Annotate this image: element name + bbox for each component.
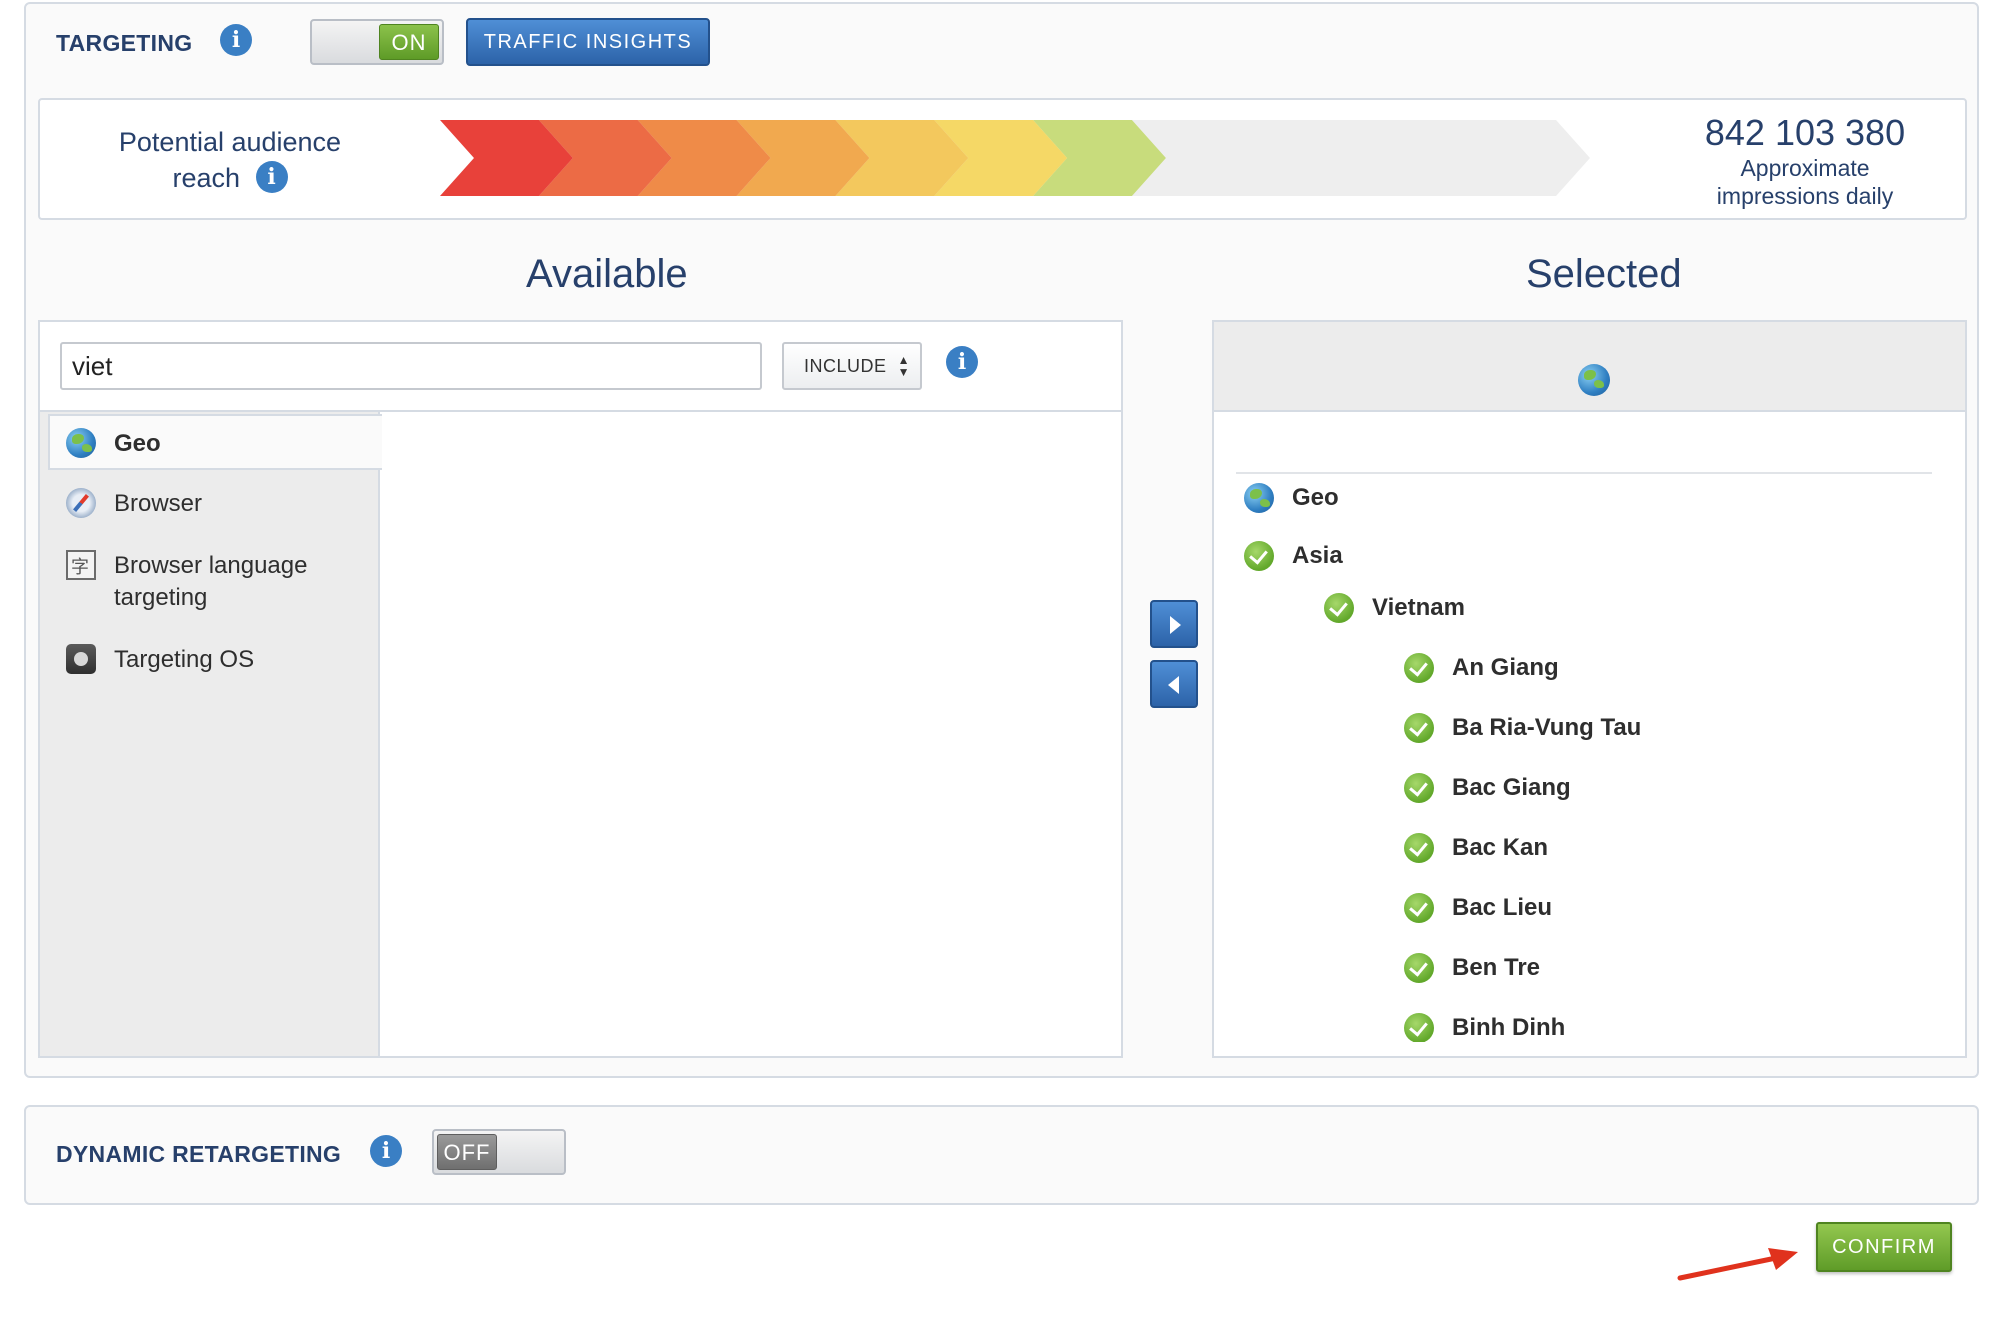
targeting-toggle[interactable]: ON <box>310 19 444 65</box>
category-item-targeting-os[interactable]: Targeting OS <box>40 644 380 676</box>
available-toolbar: INCLUDE ▲▼ i <box>40 322 1121 412</box>
selected-divider <box>1236 472 1932 474</box>
selected-item-label: Ba Ria-Vung Tau <box>1452 714 1642 741</box>
confirm-button[interactable]: CONFIRM <box>1816 1222 1952 1272</box>
targeting-title: TARGETING <box>56 30 193 56</box>
selected-item-label: Vietnam <box>1372 594 1465 621</box>
toggle-on-label: ON <box>379 24 439 60</box>
selected-item[interactable]: Bac Lieu <box>1404 892 1552 924</box>
include-select-label: INCLUDE <box>804 356 887 376</box>
category-label: Browser language targeting <box>114 552 308 611</box>
category-item-browser-language[interactable]: Browser language targeting <box>40 550 380 614</box>
selected-item-label: Bac Lieu <box>1452 894 1553 921</box>
retargeting-toggle[interactable]: OFF <box>432 1129 566 1175</box>
globe-icon <box>66 428 96 458</box>
language-icon <box>66 550 96 580</box>
impressions-number: 842 103 380 <box>1704 112 1906 153</box>
selected-item-label: Binh Dinh <box>1452 1014 1566 1041</box>
selected-item-label: Ben Tre <box>1452 954 1541 981</box>
selected-item[interactable]: Binh Dinh <box>1404 1012 1565 1042</box>
category-label: Geo <box>114 430 161 457</box>
selected-item[interactable]: Geo <box>1244 482 1339 514</box>
selected-title: Selected <box>1526 252 1682 296</box>
audience-reach-box: Potential audience reach i 842 103 380 A… <box>38 98 1967 220</box>
selected-item-label: Geo <box>1292 484 1339 511</box>
os-icon <box>66 644 96 674</box>
category-item-browser[interactable]: Browser <box>40 488 380 520</box>
check-icon <box>1324 593 1354 623</box>
check-icon <box>1404 953 1434 983</box>
reach-info-icon[interactable]: i <box>255 160 288 193</box>
selected-item-label: An Giang <box>1452 654 1559 681</box>
check-icon <box>1404 893 1434 923</box>
retargeting-title: DYNAMIC RETARGETING <box>56 1141 342 1167</box>
selected-item-label: Bac Kan <box>1452 834 1549 861</box>
add-to-selected-button[interactable] <box>1150 600 1198 648</box>
available-info-icon[interactable]: i <box>946 346 978 378</box>
selected-item[interactable]: Ba Ria-Vung Tau <box>1404 712 1641 744</box>
selected-box: Geo Asia Vietnam An Giang Ba Ria-Vung Tau Bac… <box>1212 320 1967 1058</box>
selected-item[interactable]: An Giang <box>1404 652 1559 684</box>
traffic-insights-button[interactable]: TRAFFIC INSIGHTS <box>466 18 710 66</box>
annotation-arrow-icon <box>1677 1248 1798 1281</box>
check-icon <box>1404 773 1434 803</box>
category-label: Targeting OS <box>114 646 255 673</box>
compass-icon <box>66 488 96 518</box>
available-box: INCLUDE ▲▼ i Geo Browser Browser languag… <box>38 320 1123 1058</box>
retargeting-info-icon[interactable]: i <box>370 1135 402 1167</box>
globe-icon <box>1578 364 1610 396</box>
globe-icon <box>1244 483 1274 513</box>
check-icon <box>1404 653 1434 683</box>
selected-item[interactable]: Asia <box>1244 540 1343 572</box>
reach-label: Potential audience reach i <box>80 124 380 196</box>
check-icon <box>1404 713 1434 743</box>
reach-label-line1: Potential audience <box>118 127 342 157</box>
selected-item[interactable]: Vietnam <box>1324 592 1465 624</box>
impressions-sub-line1: Approximate <box>1740 155 1870 181</box>
check-icon <box>1404 833 1434 863</box>
selected-header <box>1214 322 1965 412</box>
retargeting-panel: DYNAMIC RETARGETING i OFF <box>24 1105 1979 1205</box>
selected-item-label: Bac Giang <box>1452 774 1571 801</box>
targeting-panel: TARGETING i ON TRAFFIC INSIGHTS Potentia… <box>24 2 1979 1078</box>
selected-item[interactable]: Ben Tre <box>1404 952 1540 984</box>
include-select[interactable]: INCLUDE ▲ ▼ <box>782 342 922 390</box>
reach-label-line2-row: reach i <box>80 160 380 196</box>
category-list: Geo Browser Browser language targeting T… <box>40 412 382 1056</box>
remove-from-selected-button[interactable] <box>1150 660 1198 708</box>
category-item-geo[interactable]: Geo <box>48 414 382 470</box>
reach-value: 842 103 380 Approximate impressions dail… <box>1685 112 1925 210</box>
reach-label-line2: reach <box>172 163 241 193</box>
selected-item[interactable]: Bac Giang <box>1404 772 1571 804</box>
impressions-sub-line2: impressions daily <box>1716 183 1894 209</box>
reach-level-bar <box>440 120 1590 196</box>
select-arrows-icon: ▲ ▼ <box>897 353 910 379</box>
selected-list[interactable]: Geo Asia Vietnam An Giang Ba Ria-Vung Tau Bac… <box>1214 482 1965 1042</box>
category-label: Browser <box>114 490 203 517</box>
selected-item-label: Asia <box>1292 542 1343 569</box>
selected-item[interactable]: Bac Kan <box>1404 832 1548 864</box>
search-input[interactable] <box>60 342 762 390</box>
check-icon <box>1244 541 1274 571</box>
available-title: Available <box>526 252 688 296</box>
targeting-info-icon[interactable]: i <box>220 24 252 56</box>
check-icon <box>1404 1013 1434 1042</box>
toggle-off-label: OFF <box>437 1134 497 1170</box>
